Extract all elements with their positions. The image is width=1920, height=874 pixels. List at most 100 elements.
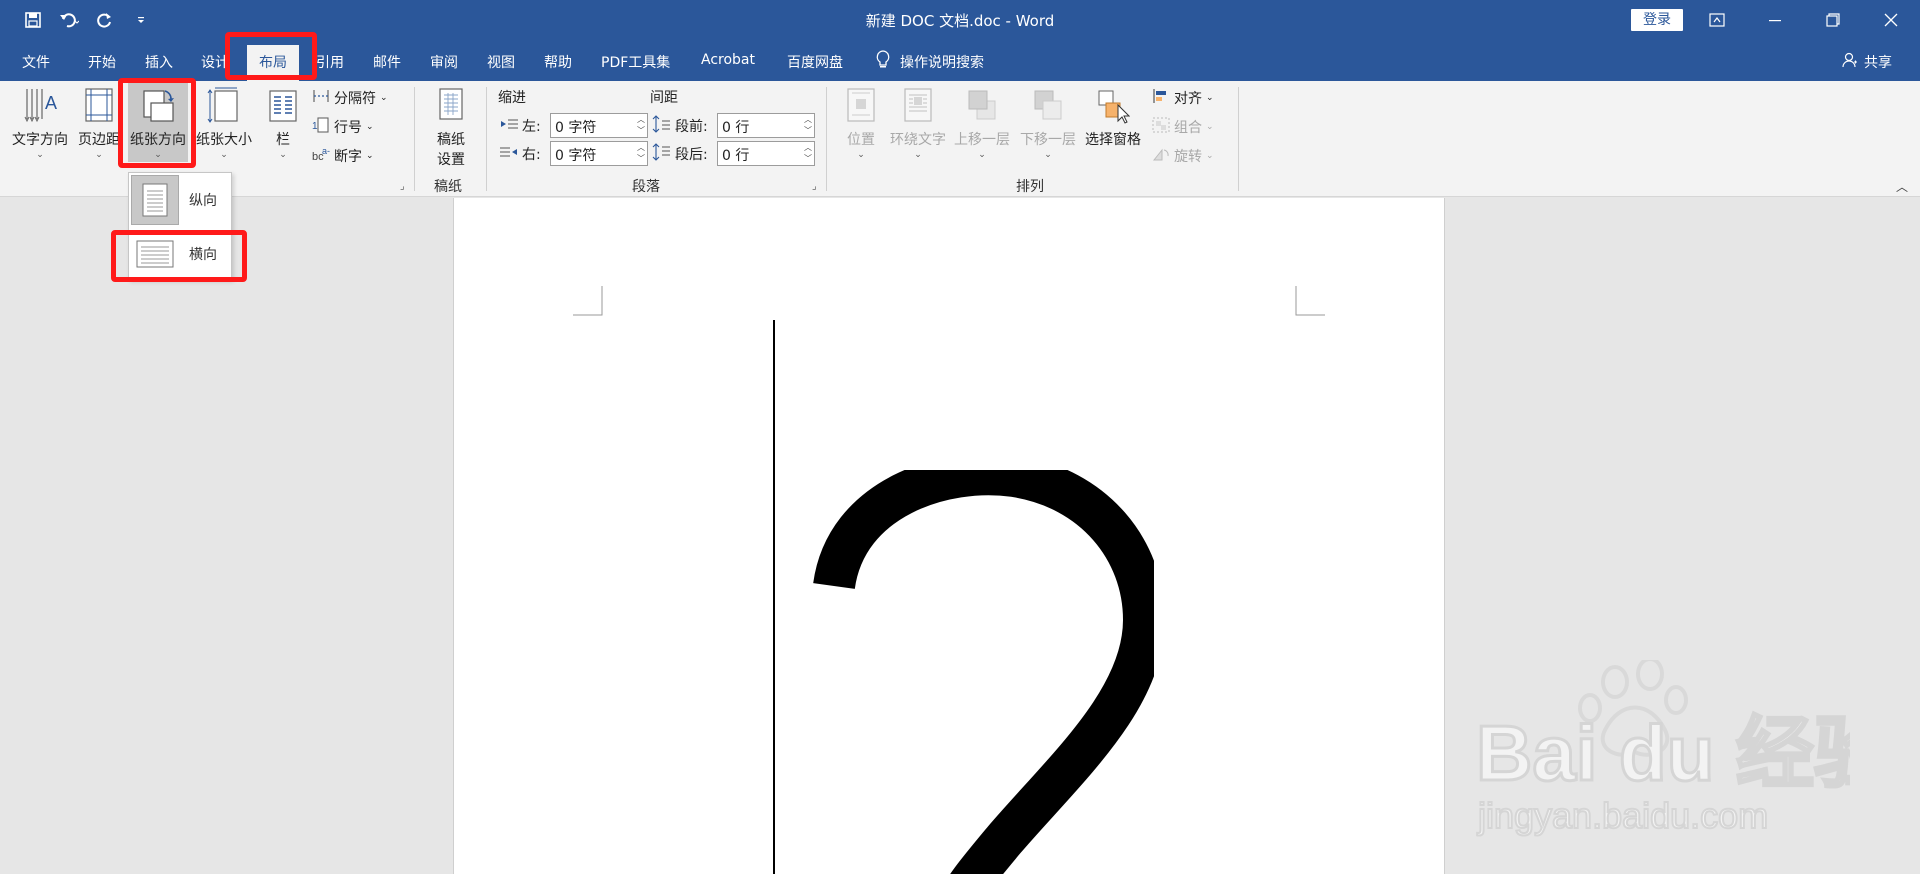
margins-button[interactable]: 页边距 ⌄ (78, 87, 120, 160)
orientation-menu: 纵向 横向 (128, 172, 232, 280)
position-button[interactable]: 位置 ⌄ (844, 87, 878, 160)
tab-help[interactable]: 帮助 (544, 52, 572, 72)
landscape-label: 横向 (189, 247, 217, 263)
menu-item-landscape[interactable]: 横向 (131, 229, 229, 279)
collapse-ribbon-icon[interactable]: ︿ (1896, 178, 1908, 195)
size-button[interactable]: 纸张大小 ⌄ (196, 87, 252, 160)
corner-mark-right (1295, 286, 1325, 316)
paragraph-launcher-icon[interactable]: ⌟ (812, 181, 817, 192)
tab-insert[interactable]: 插入 (145, 52, 173, 72)
svg-text:Bai du 经验: Bai du 经验 (1476, 709, 1850, 797)
document-page[interactable]: 2 (453, 198, 1445, 874)
tab-mailings[interactable]: 邮件 (373, 52, 401, 72)
line-numbers-button[interactable]: 1 行号 ⌄ (312, 117, 374, 137)
wrap-text-button[interactable]: 环绕文字 ⌄ (890, 87, 946, 160)
hyphenation-icon: bc a- (312, 146, 330, 166)
rotate-label: 旋转 (1174, 149, 1202, 165)
wrap-text-label: 环绕文字 (890, 132, 946, 148)
columns-icon (269, 90, 297, 122)
send-backward-button[interactable]: 下移一层 ⌄ (1020, 87, 1076, 160)
text-direction-icon: A (24, 89, 57, 123)
hyphenation-button[interactable]: bc a- 断字 ⌄ (312, 146, 374, 166)
spinner-arrows-icon[interactable]: ︿ ﹀ (804, 142, 812, 164)
align-icon (1152, 88, 1170, 108)
restore-icon[interactable] (1804, 0, 1862, 40)
login-button[interactable]: 登录 (1631, 9, 1683, 31)
landscape-page-icon (131, 229, 179, 279)
orientation-button[interactable]: 纸张方向 ⌄ (128, 83, 188, 162)
tab-view[interactable]: 视图 (487, 52, 515, 72)
tell-me-label: 操作说明搜索 (900, 55, 984, 71)
send-backward-label: 下移一层 (1020, 132, 1076, 148)
spinner-arrows-icon[interactable]: ︿ ﹀ (637, 114, 645, 136)
close-icon[interactable] (1862, 0, 1920, 40)
ribbon-layout: A 文字方向 ⌄ 页边距 ⌄ 纸张方向 ⌄ 纸张大小 ⌄ 栏 ⌄ 分隔符 ⌄ 1 … (0, 81, 1920, 197)
page-setup-launcher-icon[interactable]: ⌟ (400, 181, 405, 192)
tab-pdf-tools[interactable]: PDF工具集 (601, 52, 670, 72)
person-icon (1842, 52, 1858, 72)
minimize-icon[interactable] (1746, 0, 1804, 40)
spinner-arrows-icon[interactable]: ︿ ﹀ (804, 114, 812, 136)
hyphenation-label: 断字 (334, 149, 362, 165)
line-numbers-icon: 1 (312, 117, 330, 137)
portrait-label: 纵向 (189, 193, 217, 209)
tab-home[interactable]: 开始 (88, 52, 116, 72)
tab-acrobat[interactable]: Acrobat (701, 52, 755, 68)
tab-review[interactable]: 审阅 (430, 52, 458, 72)
columns-button[interactable]: 栏 ⌄ (266, 87, 300, 160)
menu-item-portrait[interactable]: 纵向 (131, 175, 229, 225)
send-backward-icon (1034, 90, 1062, 120)
baidu-jingyan-watermark: Bai du 经验 jingyan.baidu.com (1475, 660, 1850, 837)
position-label: 位置 (847, 132, 875, 148)
manuscript-group-label: 稿纸 (434, 179, 462, 195)
spacing-header: 间距 (650, 90, 678, 106)
orientation-label: 纸张方向 (130, 132, 186, 148)
tab-references[interactable]: 引用 (316, 52, 344, 72)
wrap-text-icon (904, 88, 932, 122)
tab-baidu-netdisk[interactable]: 百度网盘 (787, 52, 843, 72)
spinner-arrows-icon[interactable]: ︿ ﹀ (637, 142, 645, 164)
manuscript-settings-label-2: 设置 (437, 152, 465, 168)
spacing-after-input[interactable]: 0 行 ︿ ﹀ (717, 141, 815, 166)
breaks-button[interactable]: 分隔符 ⌄ (312, 88, 388, 108)
indent-right-input[interactable]: 0 字符 ︿ ﹀ (550, 141, 648, 166)
spacing-before-icon (652, 115, 670, 137)
svg-text:1: 1 (312, 121, 318, 132)
arrange-group-label: 排列 (1016, 179, 1044, 195)
indent-left-input[interactable]: 0 字符 ︿ ﹀ (550, 113, 648, 138)
group-separator (1238, 87, 1239, 191)
selection-pane-button[interactable]: 选择窗格 (1085, 87, 1141, 149)
spacing-after-value: 0 行 (722, 148, 750, 164)
share-button[interactable]: 共享 (1842, 52, 1892, 72)
indent-left-value: 0 字符 (555, 120, 597, 136)
spacing-after-icon (652, 143, 670, 165)
group-button[interactable]: 组合 ⌄ (1152, 117, 1214, 137)
indent-right-icon (500, 145, 518, 164)
svg-text:jingyan.baidu.com: jingyan.baidu.com (1477, 795, 1768, 836)
bring-forward-button[interactable]: 上移一层 ⌄ (954, 87, 1010, 160)
manuscript-settings-button[interactable]: 稿纸 设置 (434, 87, 468, 169)
spacing-before-input[interactable]: 0 行 ︿ ﹀ (717, 113, 815, 138)
tab-file[interactable]: 文件 (22, 52, 50, 72)
line-numbers-label: 行号 (334, 120, 362, 136)
align-button[interactable]: 对齐 ⌄ (1152, 88, 1214, 108)
tab-layout[interactable]: 布局 (247, 45, 299, 81)
svg-text:A: A (45, 93, 57, 113)
group-separator (486, 87, 487, 191)
share-label: 共享 (1864, 55, 1892, 71)
paragraph-group-label: 段落 (632, 179, 660, 195)
corner-mark-left (573, 286, 603, 316)
align-label: 对齐 (1174, 91, 1202, 107)
group-separator (414, 87, 415, 191)
group-label: 组合 (1174, 120, 1202, 136)
indent-header: 缩进 (498, 90, 526, 106)
text-direction-button[interactable]: A 文字方向 ⌄ (12, 87, 68, 160)
indent-right-value: 0 字符 (555, 148, 597, 164)
spacing-before-value: 0 行 (722, 120, 750, 136)
tab-design[interactable]: 设计 (201, 52, 229, 72)
ribbon-display-icon[interactable] (1688, 0, 1746, 40)
portrait-page-icon (131, 175, 179, 225)
indent-right-label: 右: (522, 147, 541, 163)
tell-me-search[interactable]: 操作说明搜索 (876, 50, 984, 74)
rotate-button[interactable]: 旋转 ⌄ (1152, 146, 1214, 166)
